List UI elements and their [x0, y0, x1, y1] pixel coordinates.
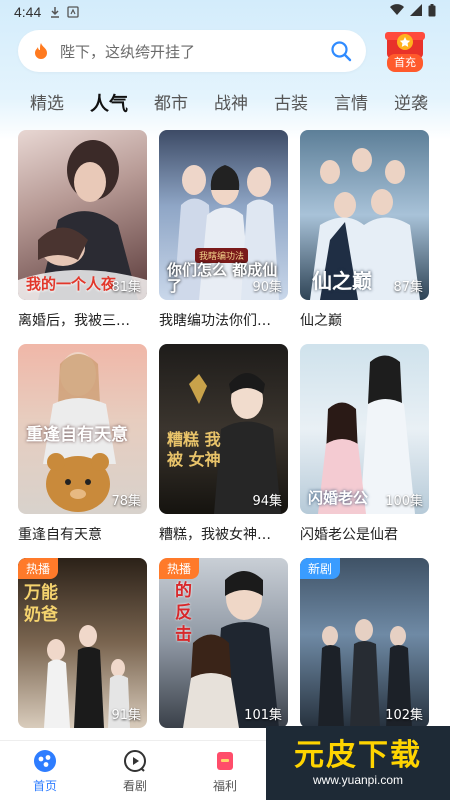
- status-time: 4:44: [14, 4, 42, 20]
- play-icon: [124, 750, 146, 772]
- status-bar: 4:44: [0, 0, 450, 24]
- battery-icon: [428, 3, 436, 21]
- poster-title-art: 重逢自有天意: [26, 425, 128, 445]
- poster-title-art: 我的一个人夜: [26, 275, 117, 293]
- drama-poster[interactable]: 热播 万能奶爸 91集: [18, 558, 147, 728]
- gift-icon: [217, 752, 233, 770]
- drama-title[interactable]: 闪婚老公是仙君: [300, 524, 429, 544]
- episode-count: 87集: [393, 280, 423, 295]
- drama-title[interactable]: 我瞎编功法你们…: [159, 310, 288, 330]
- drama-poster[interactable]: 我瞎编功法 你们怎么 都成仙了 90集: [159, 130, 288, 300]
- episode-count: 90集: [252, 280, 282, 295]
- drama-poster[interactable]: 我的一个人夜 81集: [18, 130, 147, 300]
- drama-poster[interactable]: 仙之巅 87集: [300, 130, 429, 300]
- poster-title-art: 仙之巅: [312, 269, 372, 293]
- drama-card[interactable]: 闪婚老公 100集 闪婚老公是仙君: [300, 344, 429, 558]
- tab-comeback[interactable]: 逆袭: [394, 89, 428, 119]
- tab-war-god[interactable]: 战神: [214, 89, 248, 119]
- nav-home[interactable]: 首页: [0, 741, 90, 800]
- drama-poster[interactable]: 闪婚老公 100集: [300, 344, 429, 514]
- watermark-logo: 元皮下载 www.yuanpi.com: [266, 726, 450, 800]
- watermark-url: www.yuanpi.com: [312, 773, 404, 787]
- tab-urban[interactable]: 都市: [154, 89, 188, 119]
- drama-title[interactable]: 仙之巅: [300, 310, 429, 330]
- search-placeholder: 陛下，这纨绔开挂了: [60, 42, 196, 61]
- notification-icon: [67, 6, 79, 18]
- poster-title-art: 闪婚老公: [308, 489, 369, 507]
- poster-title-art: 万能奶爸: [24, 583, 58, 625]
- drama-card[interactable]: 糟糕 我被 女神 94集 糟糕，我被女神…: [159, 344, 288, 558]
- poster-title-art: 糟糕 我被 女神: [167, 430, 221, 469]
- episode-count: 78集: [111, 494, 141, 509]
- signal-icon: [410, 4, 422, 20]
- nav-watch-label: 看剧: [122, 779, 147, 793]
- drama-poster[interactable]: 新剧 102集: [300, 558, 429, 728]
- drama-poster[interactable]: 重逢自有天意 78集: [18, 344, 147, 514]
- episode-count: 100集: [385, 494, 423, 509]
- tab-costume[interactable]: 古装: [274, 89, 308, 119]
- hot-badge: 热播: [159, 558, 200, 579]
- drama-title[interactable]: 重逢自有天意: [18, 524, 147, 544]
- first-recharge-button[interactable]: 首充: [378, 26, 432, 78]
- search-icon[interactable]: [330, 40, 352, 62]
- drama-title[interactable]: 糟糕，我被女神…: [159, 524, 288, 544]
- drama-card[interactable]: 我的一个人夜 81集 离婚后，我被三…: [18, 130, 147, 344]
- episode-count: 91集: [111, 708, 141, 723]
- nav-home-label: 首页: [32, 779, 57, 793]
- episode-count: 102集: [385, 708, 423, 723]
- episode-count: 81集: [111, 280, 141, 295]
- first-recharge-label: 首充: [387, 54, 423, 72]
- poster-title-art: 的反击: [175, 581, 192, 645]
- nav-watch[interactable]: 看剧: [90, 741, 180, 800]
- home-icon: [34, 750, 56, 772]
- fire-icon: [32, 42, 50, 60]
- episode-count: 101集: [244, 708, 282, 723]
- episode-count: 94集: [252, 494, 282, 509]
- drama-poster[interactable]: 糟糕 我被 女神 94集: [159, 344, 288, 514]
- tab-popular[interactable]: 人气: [87, 89, 131, 119]
- tab-romance[interactable]: 言情: [334, 89, 368, 119]
- drama-card[interactable]: 重逢自有天意 78集 重逢自有天意: [18, 344, 147, 558]
- category-tabs: 精选 人气 都市 战神 古装 言情 逆袭: [0, 86, 450, 122]
- new-badge: 新剧: [300, 558, 341, 579]
- nav-welfare[interactable]: 福利: [180, 741, 270, 800]
- wifi-icon: [390, 4, 404, 20]
- nav-welfare-label: 福利: [212, 779, 237, 793]
- drama-poster[interactable]: 热播 的反击 101集: [159, 558, 288, 728]
- drama-grid: 我的一个人夜 81集 离婚后，我被三… 我瞎编功法 你们怎么 都成仙了 90集 …: [18, 130, 432, 772]
- tab-featured[interactable]: 精选: [30, 89, 64, 119]
- hot-badge: 热播: [18, 558, 59, 579]
- watermark-text: 元皮下载: [294, 738, 422, 773]
- drama-card[interactable]: 仙之巅 87集 仙之巅: [300, 130, 429, 344]
- drama-title[interactable]: 离婚后，我被三…: [18, 310, 147, 330]
- search-input[interactable]: 陛下，这纨绔开挂了: [18, 30, 366, 72]
- drama-card[interactable]: 我瞎编功法 你们怎么 都成仙了 90集 我瞎编功法你们…: [159, 130, 288, 344]
- download-icon: [49, 6, 61, 18]
